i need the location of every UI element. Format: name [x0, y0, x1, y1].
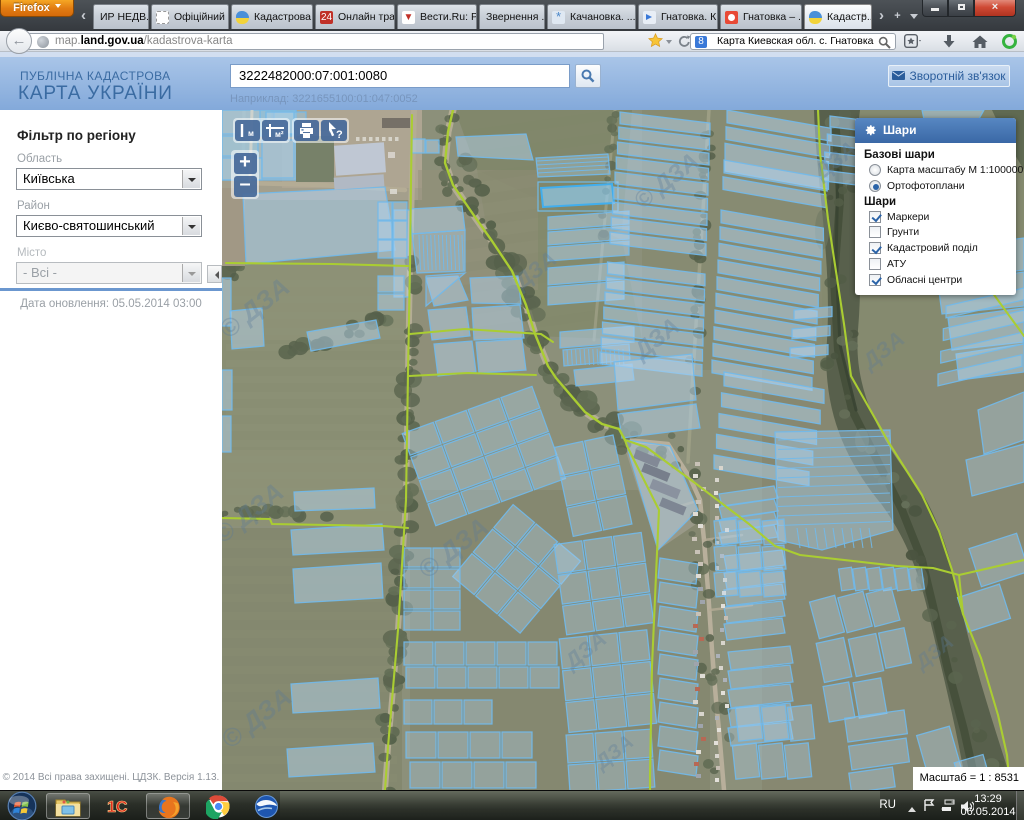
svg-text:1С: 1С [107, 799, 128, 816]
svg-text:?: ? [336, 129, 343, 141]
svg-text:м²: м² [275, 130, 284, 139]
svg-text:м: м [248, 129, 254, 138]
